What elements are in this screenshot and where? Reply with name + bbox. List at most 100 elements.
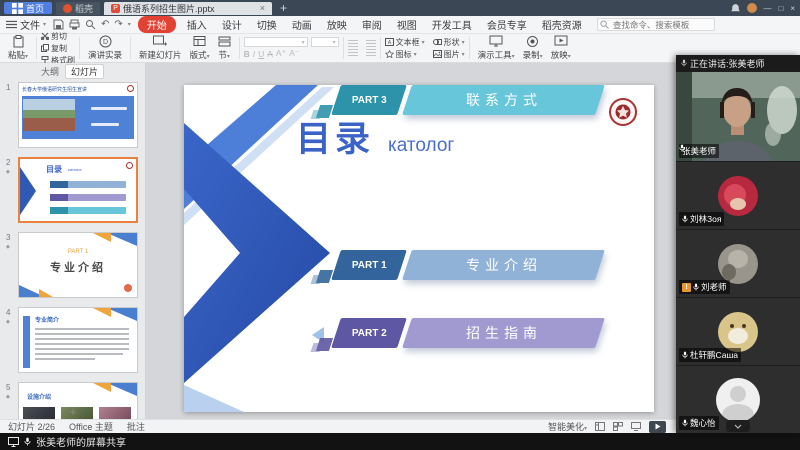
- part-bar: 专业介绍: [402, 250, 605, 280]
- thumbnail-slide-4[interactable]: 专业简介: [18, 307, 138, 373]
- notes-button[interactable]: 批注: [127, 420, 145, 433]
- user-avatar[interactable]: [747, 3, 757, 13]
- thumbnail-slide-1[interactable]: 长春大学俄语研究生招生宣讲: [18, 82, 138, 148]
- new-slide-button[interactable]: 新建幻灯片: [135, 35, 186, 61]
- thumbnail-item-3[interactable]: 3 ◆ PART 1 专业介绍: [18, 232, 146, 298]
- screen-record-button[interactable]: 录制▾: [519, 35, 547, 61]
- bell-icon[interactable]: [730, 3, 741, 14]
- menu-item-devtools[interactable]: 开发工具: [428, 16, 476, 33]
- participant-tile-1[interactable]: 张美老师: [676, 71, 800, 161]
- tab-slides[interactable]: 幻灯片: [65, 64, 104, 79]
- slide-number: 4: [6, 308, 10, 317]
- present-tools-button[interactable]: 演示工具▾: [474, 35, 519, 61]
- mic-icon: [681, 59, 687, 67]
- collapse-panel-button[interactable]: [726, 420, 750, 432]
- thumbnail-slide-3[interactable]: PART 1 专业介绍: [18, 232, 138, 298]
- picture-button[interactable]: 图片▾: [433, 49, 465, 60]
- normal-view-icon[interactable]: [595, 422, 605, 431]
- reading-view-icon[interactable]: [631, 422, 641, 431]
- font-size-select[interactable]: ▾: [311, 37, 339, 47]
- slide-sorter-icon[interactable]: [613, 422, 623, 431]
- lecture-record-button[interactable]: D 演讲实录: [84, 35, 126, 61]
- add-slide-button[interactable]: +: [0, 406, 146, 418]
- hamburger-icon: [6, 19, 17, 30]
- participant-tile-2[interactable]: 刘林Зоя: [676, 161, 800, 229]
- home-button[interactable]: 首页: [4, 2, 52, 14]
- redo-icon[interactable]: ↷: [114, 19, 122, 30]
- play-from-current-button[interactable]: [649, 421, 666, 433]
- toc-item-2[interactable]: PART 2 招生指南: [336, 318, 600, 348]
- part-label: PART 1: [331, 250, 407, 280]
- transition-icon: ◆: [6, 319, 10, 325]
- font-shrink-button[interactable]: A⁻: [289, 48, 299, 59]
- font-grow-button[interactable]: A⁺: [276, 48, 286, 59]
- thumb3-part: PART 1: [19, 249, 137, 255]
- menu-item-docer-resources[interactable]: 稻壳资源: [538, 16, 586, 33]
- font-family-select[interactable]: ▾: [244, 37, 308, 47]
- file-menu-label: 文件: [20, 17, 40, 32]
- italic-button[interactable]: I: [253, 49, 255, 59]
- menu-item-slideshow[interactable]: 放映: [323, 16, 351, 33]
- align-right-icon[interactable]: [348, 49, 358, 57]
- participant-tile-3[interactable]: ! 刘老师: [676, 229, 800, 297]
- bold-button[interactable]: B: [244, 49, 250, 59]
- textbox-button[interactable]: A 文本框▾: [385, 37, 425, 48]
- align-justify-icon[interactable]: [366, 49, 376, 57]
- underline-button[interactable]: U: [258, 49, 264, 59]
- menu-item-member[interactable]: 会员专享: [483, 16, 531, 33]
- new-tab-button[interactable]: +: [276, 1, 291, 15]
- layout-button[interactable]: 版式▾: [186, 35, 214, 61]
- tab-docer[interactable]: 稻壳: [56, 2, 100, 15]
- copy-button[interactable]: 复制: [41, 43, 75, 54]
- beautify-button[interactable]: 智能美化▾: [548, 420, 587, 433]
- participant-tile-4[interactable]: 杜轩鹏Саша: [676, 297, 800, 365]
- menu-item-view[interactable]: 视图: [393, 16, 421, 33]
- participant-tile-5[interactable]: 魏心怡: [676, 365, 800, 433]
- tab-close-icon[interactable]: ×: [260, 3, 265, 13]
- thumb1-logo: [127, 85, 134, 92]
- meeting-header: 正在讲话:张美老师: [676, 55, 800, 71]
- menu-item-insert[interactable]: 插入: [183, 16, 211, 33]
- menu-item-transition[interactable]: 切换: [253, 16, 281, 33]
- current-slide[interactable]: 目录 католог PART 1 专业介绍 PART 2 招生指南 PART …: [184, 85, 654, 412]
- menu-item-design[interactable]: 设计: [218, 16, 246, 33]
- part-label: PART 3: [331, 85, 407, 115]
- align-left-icon[interactable]: [348, 40, 358, 48]
- section-icon: [218, 35, 231, 48]
- section-button[interactable]: 节▾: [214, 35, 235, 61]
- thumbnail-item-1[interactable]: 1 长春大学俄语研究生招生宣讲: [18, 82, 146, 148]
- cut-button[interactable]: 剪切: [41, 31, 75, 42]
- theme-name[interactable]: Office 主题: [69, 420, 113, 433]
- quickbar-dropdown-icon[interactable]: ▾: [128, 21, 131, 28]
- menu-item-animation[interactable]: 动画: [288, 16, 316, 33]
- undo-icon[interactable]: ↶: [101, 19, 109, 30]
- menu-item-home[interactable]: 开始: [138, 16, 176, 33]
- align-center-icon[interactable]: [366, 40, 376, 48]
- thumbnail-slide-2-selected[interactable]: 目录 католог: [18, 157, 138, 223]
- slide-number: 1: [6, 83, 10, 92]
- search-input[interactable]: [597, 18, 715, 31]
- menu-item-review[interactable]: 审阅: [358, 16, 386, 33]
- minimize-button[interactable]: —: [763, 4, 772, 13]
- file-menu[interactable]: 文件▾: [6, 17, 46, 32]
- toc-item-3[interactable]: PART 3 联系方式: [336, 85, 600, 115]
- print-icon[interactable]: [69, 19, 80, 30]
- paste-button[interactable]: 粘贴▾: [4, 35, 32, 61]
- play-slideshow-button[interactable]: 放映▾: [547, 35, 575, 61]
- tab-docer-label: 稻壳: [75, 2, 93, 15]
- icon-library-button[interactable]: 图标▾: [385, 49, 425, 60]
- strike-button[interactable]: A: [267, 49, 273, 59]
- save-icon[interactable]: [53, 19, 64, 30]
- toc-item-1[interactable]: PART 1 专业介绍: [336, 250, 600, 280]
- thumbnail-item-2[interactable]: 2 ◆ 目录 католог: [18, 157, 146, 223]
- close-button[interactable]: ×: [790, 4, 796, 13]
- paragraph-group: [348, 35, 376, 61]
- shapes-button[interactable]: 形状▾: [433, 37, 465, 48]
- maximize-button[interactable]: □: [778, 4, 784, 13]
- tab-document[interactable]: P 俄语系列招生图片.pptx ×: [104, 2, 272, 15]
- tab-outline[interactable]: 大纲: [41, 65, 59, 78]
- preview-icon[interactable]: [85, 19, 96, 30]
- speaking-now-label: 正在讲话:张美老师: [690, 57, 765, 70]
- thumbnail-item-4[interactable]: 4 ◆ 专业简介: [18, 307, 146, 373]
- participant-label: 刘林Зоя: [679, 212, 724, 226]
